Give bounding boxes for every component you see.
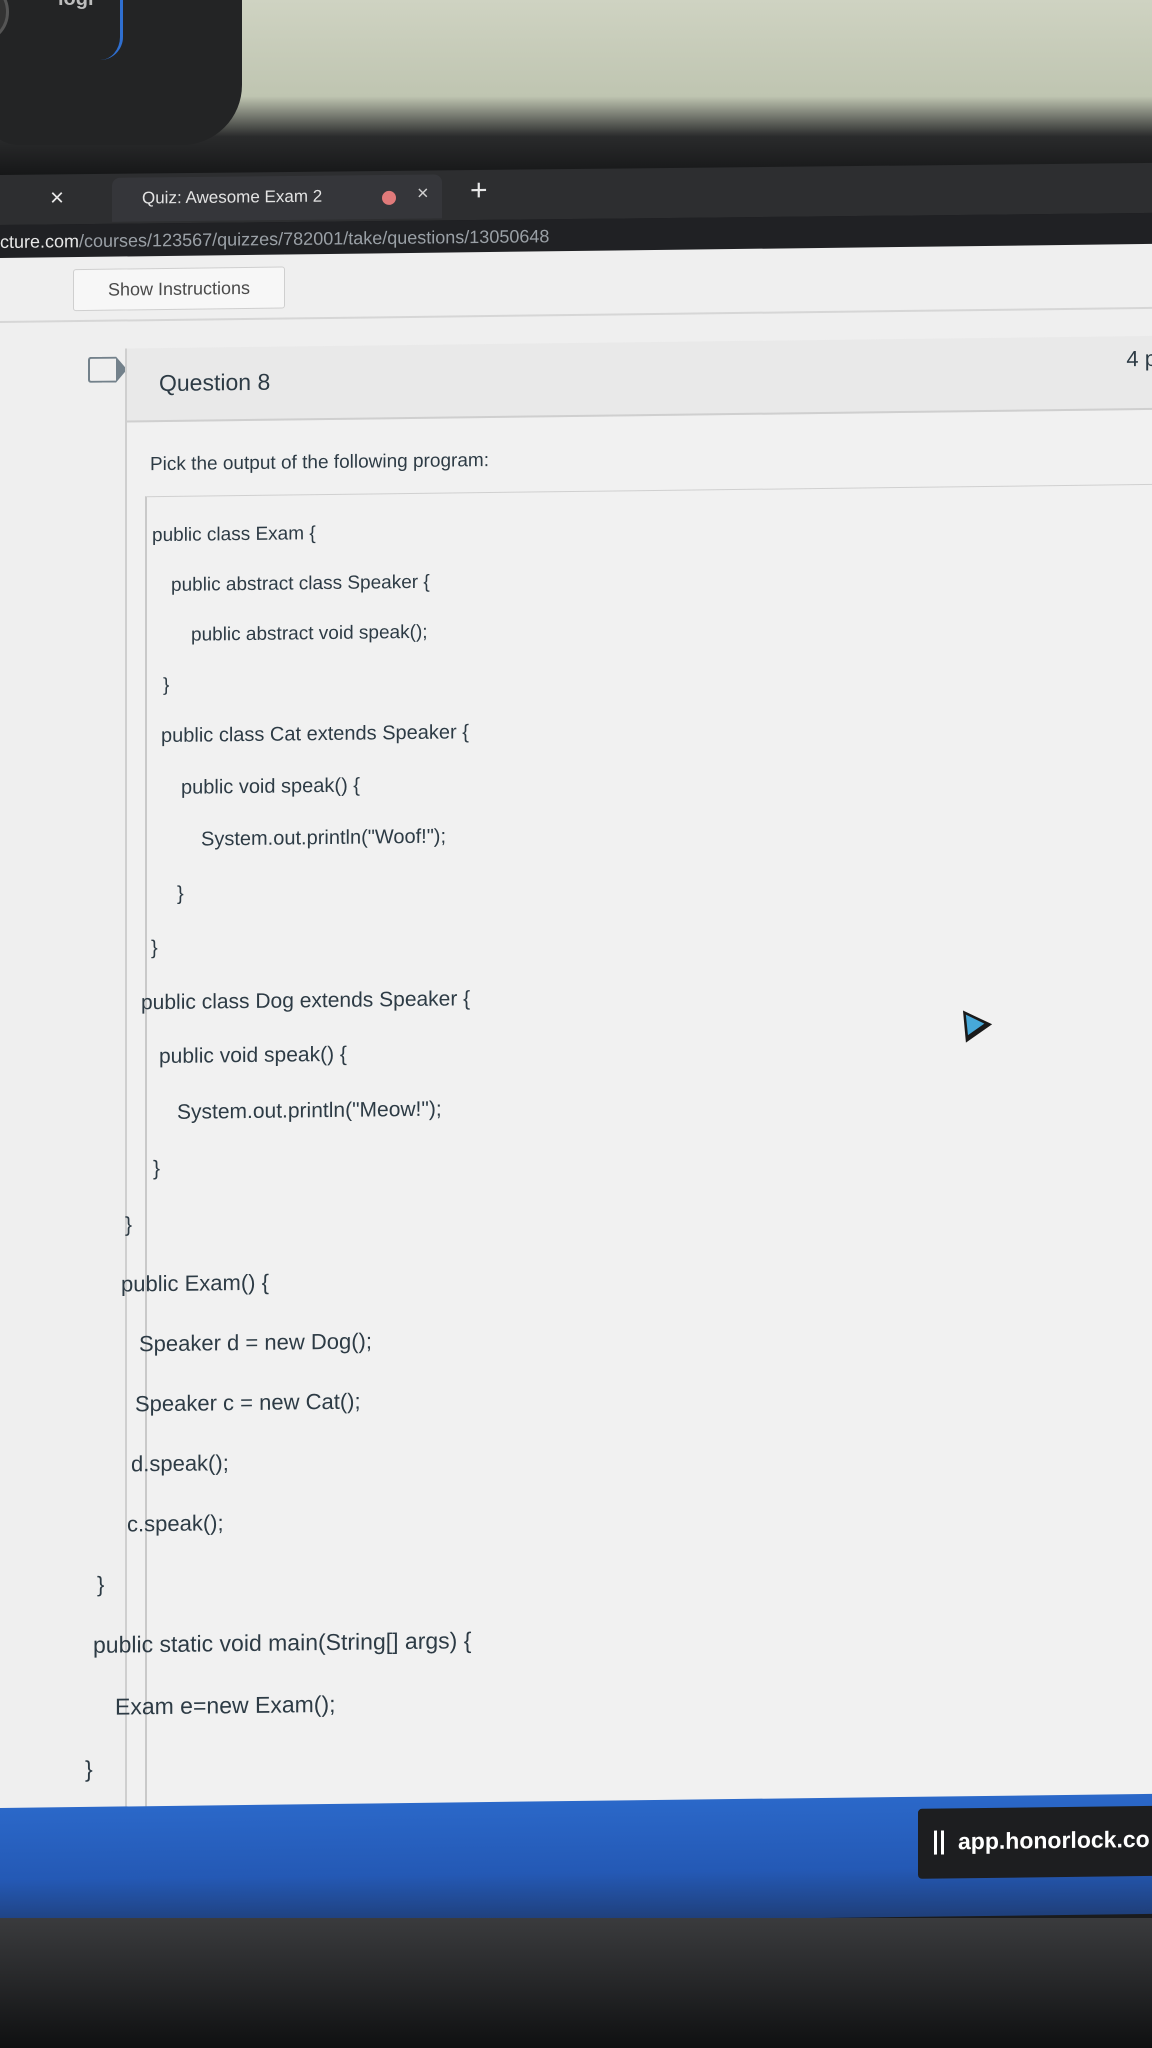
url-text[interactable]: cture.com/courses/123567/quizzes/782001/… — [0, 226, 549, 253]
honorlock-proctor-badge[interactable]: app.honorlock.co — [918, 1805, 1152, 1879]
close-window-icon[interactable]: × — [50, 184, 64, 212]
tab-quiz[interactable]: Quiz: Awesome Exam 2 × — [112, 174, 442, 222]
webcam-logo: logi — [58, 0, 94, 11]
question-prompt: Pick the output of the following program… — [150, 450, 490, 476]
code-line: } — [153, 1157, 161, 1181]
code-line: Speaker c = new Cat(); — [135, 1388, 361, 1417]
code-line: System.out.println("Meow!"); — [177, 1097, 442, 1124]
webcam: logi — [0, 0, 242, 145]
code-line: public Exam() { — [121, 1269, 269, 1297]
monitor-top-bezel: logi — [0, 0, 1152, 175]
code-line: public class Dog extends Speaker { — [141, 987, 471, 1015]
recording-indicator-icon — [382, 190, 396, 205]
taskbar: app.honorlock.co — [0, 1793, 1152, 1928]
code-line: } — [163, 674, 170, 697]
code-line: } — [177, 882, 184, 905]
code-line: } — [151, 937, 158, 960]
code-line: c.speak(); — [127, 1510, 224, 1537]
code-line: Speaker d = new Dog(); — [139, 1328, 372, 1357]
new-tab-button[interactable]: + — [470, 174, 488, 208]
code-line: System.out.println("Woof!"); — [201, 825, 447, 851]
monitor-bottom-bezel — [0, 1918, 1152, 2048]
code-line: } — [125, 1213, 133, 1237]
close-tab-icon[interactable]: × — [417, 183, 429, 206]
tab-title: Quiz: Awesome Exam 2 — [142, 186, 323, 208]
url-host: cture.com — [0, 231, 80, 252]
code-line: } — [97, 1571, 105, 1597]
pause-icon — [934, 1830, 944, 1855]
code-line: public void speak() { — [181, 774, 360, 799]
code-block: public class Exam { public abstract clas… — [85, 483, 1152, 1838]
code-line: public abstract class Speaker { — [171, 571, 430, 596]
url-path: /courses/123567/quizzes/782001/take/ques… — [79, 226, 550, 252]
question-points: 4 p — [1126, 345, 1152, 372]
question-header: Question 8 4 p — [127, 335, 1152, 423]
code-line: public class Exam { — [152, 523, 316, 547]
code-line: public void speak() { — [159, 1042, 347, 1069]
code-line: public class Cat extends Speaker { — [161, 721, 469, 748]
code-line: public static void main(String[] args) { — [93, 1627, 472, 1658]
code-line: d.speak(); — [131, 1450, 229, 1477]
proctor-label: app.honorlock.co — [958, 1825, 1150, 1855]
webcam-accent — [100, 0, 123, 60]
show-instructions-button[interactable]: Show Instructions — [73, 266, 285, 312]
question-title: Question 8 — [159, 368, 271, 397]
flag-question-icon[interactable] — [88, 356, 116, 383]
code-line: } — [85, 1755, 93, 1782]
code-line: public abstract void speak(); — [191, 621, 428, 646]
webcam-lens — [0, 0, 9, 44]
code-line: Exam e=new Exam(); — [115, 1690, 336, 1720]
